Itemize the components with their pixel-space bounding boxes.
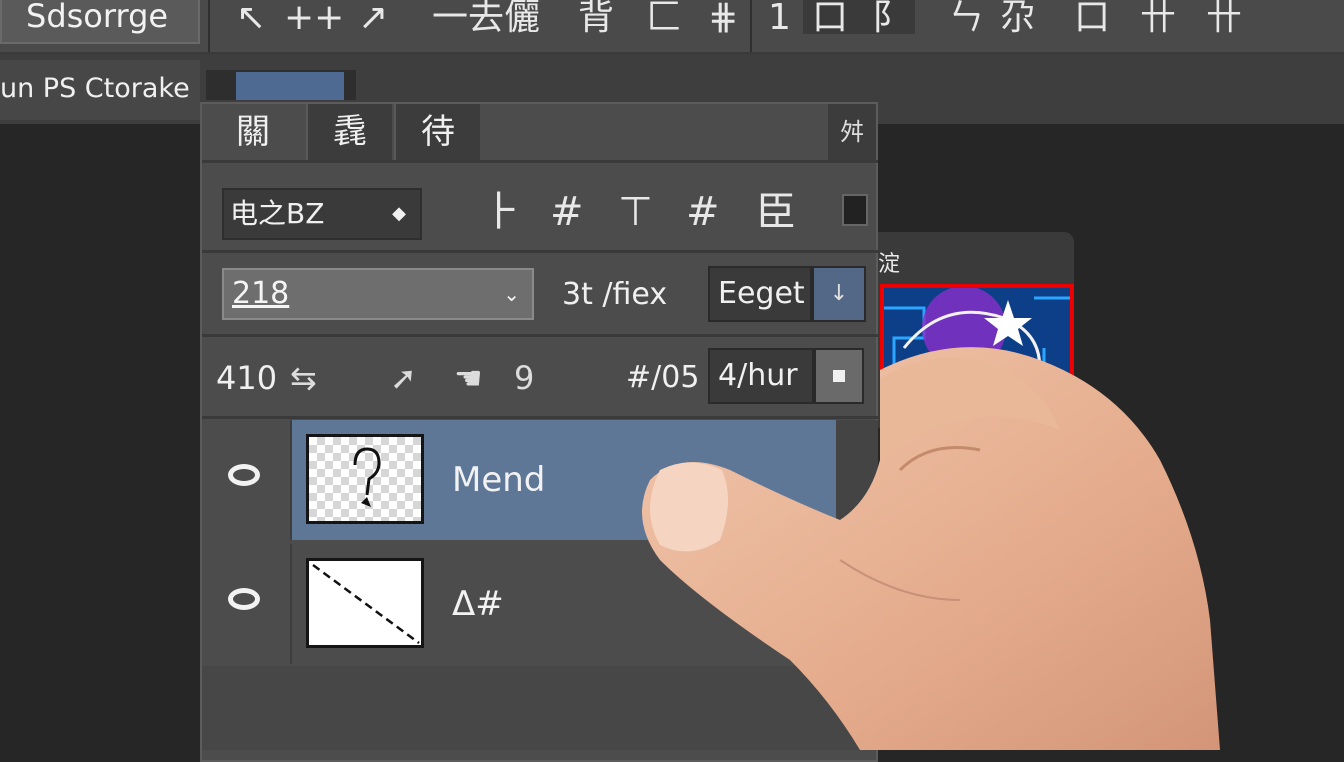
panel-divider: [202, 250, 878, 253]
hash2-tool-icon[interactable]: 卄: [1206, 0, 1242, 38]
rect-tool-icon[interactable]: 口: [812, 0, 848, 38]
layer-thumbnail: [306, 434, 424, 524]
document-thumbnail[interactable]: [236, 72, 344, 100]
panel-divider: [202, 334, 878, 337]
lock-fill-icon[interactable]: 臣: [756, 186, 796, 238]
lock-artboard-icon[interactable]: ⊤: [618, 186, 653, 238]
lock-all-icon[interactable]: #: [686, 186, 720, 238]
lock-pixels-icon[interactable]: ⺊: [482, 186, 522, 238]
document-tab[interactable]: un PS Ctorake: [0, 60, 200, 120]
align-tool-icon[interactable]: 背: [578, 0, 614, 38]
hur-field[interactable]: 4/hur: [708, 348, 814, 404]
panel-menu-icon[interactable]: 舛: [828, 104, 876, 160]
layer-thumbnail: [306, 558, 424, 648]
toolbar-divider: [750, 0, 752, 52]
eye-icon[interactable]: [228, 588, 260, 610]
layer-name[interactable]: Mend: [452, 420, 545, 540]
panel-divider: [202, 160, 878, 163]
dropdown-caret-icon: ◆: [392, 203, 406, 224]
add-tool-icon[interactable]: ++: [284, 0, 344, 38]
opacity-value: 218: [232, 276, 290, 311]
move-tool-icon[interactable]: ↖: [236, 0, 266, 38]
edge-field[interactable]: Eeget: [708, 266, 812, 322]
grid-tool-icon[interactable]: ⋕: [708, 0, 738, 38]
blend-mode-dropdown[interactable]: 电之BZ ◆: [222, 188, 422, 240]
nine-icon[interactable]: 9: [514, 356, 534, 400]
hur-button[interactable]: [814, 348, 864, 404]
app-title[interactable]: Sdsorrge: [0, 0, 200, 44]
blend-mode-value: 电之BZ: [230, 197, 325, 230]
row-value: 410: [216, 359, 278, 397]
tab-channels[interactable]: 毳: [306, 104, 392, 160]
eye-icon[interactable]: [228, 464, 260, 486]
hand-icon[interactable]: ☚: [454, 356, 483, 400]
corner-tool-icon[interactable]: 匚: [646, 0, 682, 38]
pen-tool-icon[interactable]: ↗: [358, 0, 388, 38]
arrows-icon[interactable]: ⇆: [290, 356, 317, 400]
arrow-icon[interactable]: ➚: [390, 356, 417, 400]
panel-divider: [202, 416, 878, 419]
lock-toggle[interactable]: [842, 194, 868, 226]
layer-row[interactable]: Δ#: [202, 544, 878, 664]
fill-label: 3t /fiex: [562, 277, 668, 312]
canvas-artwork[interactable]: [880, 284, 1074, 416]
hash-tool-icon[interactable]: 卄: [1140, 0, 1176, 38]
thumbnail-strip[interactable]: [206, 70, 356, 100]
text-tool-icon[interactable]: 一去儷: [432, 0, 540, 38]
edge-stepper-button[interactable]: ↓: [812, 266, 866, 322]
layer-name[interactable]: Δ#: [452, 544, 504, 664]
toolbar-divider: [208, 0, 210, 52]
chevron-down-icon: ⌄: [503, 282, 520, 306]
layers-scrollbar[interactable]: [836, 420, 878, 664]
layer-row[interactable]: Mend: [202, 420, 894, 540]
brush-tool-icon[interactable]: 尕: [1000, 0, 1036, 38]
opacity-dropdown[interactable]: 218 ⌄: [222, 268, 534, 320]
tab-paths[interactable]: 待: [394, 104, 480, 160]
canvas-title: 淀: [878, 252, 901, 277]
tab-layers[interactable]: 關: [204, 104, 302, 160]
panel-footer: [202, 666, 878, 750]
crop-tool-icon[interactable]: 阝: [872, 0, 908, 38]
bar-tool-icon[interactable]: 1: [768, 0, 791, 38]
frame-tool-icon[interactable]: 口: [1074, 0, 1110, 38]
size-label: #/05: [626, 360, 700, 395]
lock-position-icon[interactable]: #: [550, 186, 584, 238]
lasso-tool-icon[interactable]: ㄣ: [948, 0, 984, 38]
